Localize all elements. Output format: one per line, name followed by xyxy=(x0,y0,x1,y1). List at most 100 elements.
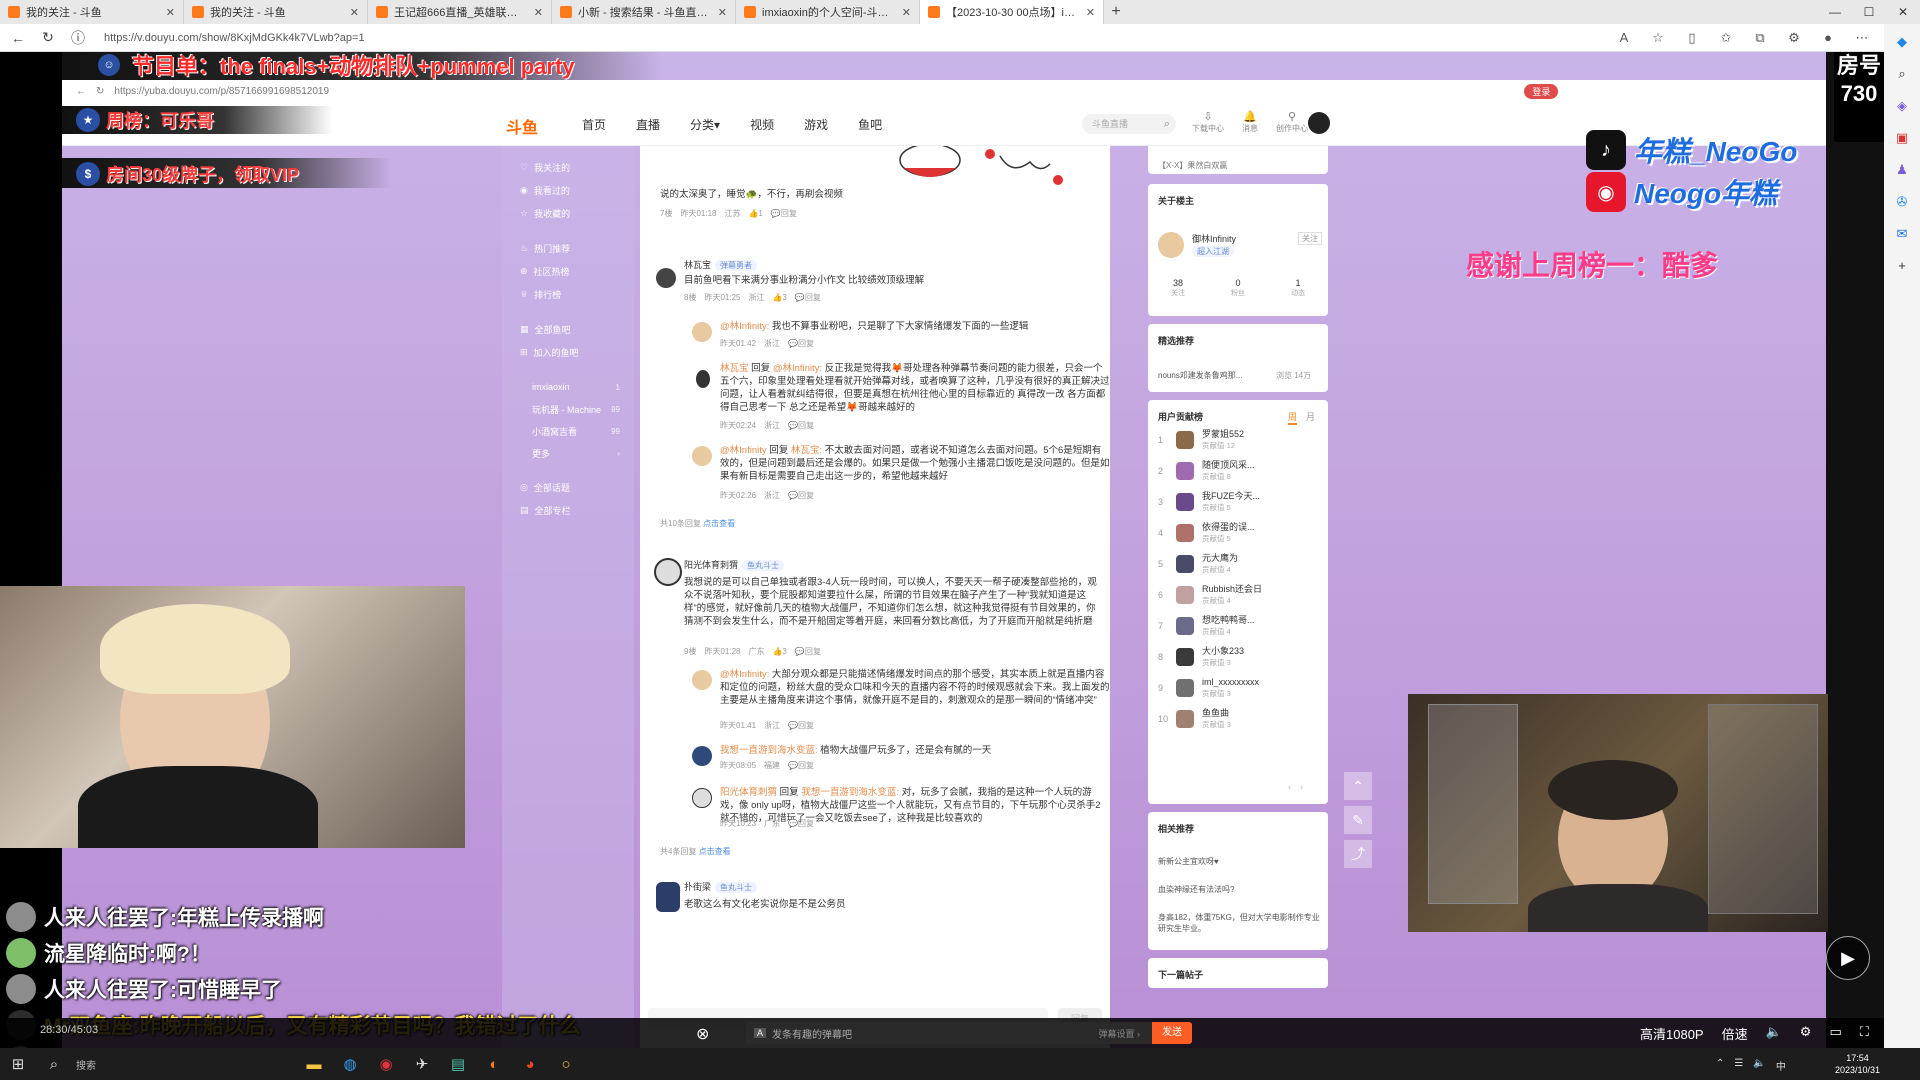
comment-user: 林瓦宝 弹幕勇者 xyxy=(684,258,758,271)
app-icon[interactable]: ▤ xyxy=(440,1055,476,1073)
close-icon[interactable]: ✕ xyxy=(1086,6,1095,19)
sidebar-label: 我关注的 xyxy=(534,163,571,173)
split-screen-icon[interactable]: ▯ xyxy=(1682,30,1702,46)
new-tab-button[interactable]: + xyxy=(1104,0,1128,24)
volume-tray-icon[interactable]: 🔈 xyxy=(1753,1058,1765,1073)
close-icon[interactable]: ✕ xyxy=(718,6,727,19)
collections-icon[interactable]: ⧉ xyxy=(1750,30,1770,46)
streamer-shirt xyxy=(78,766,318,848)
danmu-settings-link[interactable]: 弹幕设置 › xyxy=(1099,1027,1147,1040)
rank-score: 贡献值 3 xyxy=(1202,720,1231,729)
inner-post-comments: 说的太深奥了，睡觉🐢，不行，再刷会视频 7楼 昨天01:18 江苏 👍1 💬回复… xyxy=(640,146,1110,1050)
trophy-icon: ♕ xyxy=(520,289,529,299)
rank-user: 依得蛋的误... 贡献值 5 xyxy=(1202,522,1255,544)
douyu-icon[interactable]: ◐ xyxy=(476,1056,512,1073)
netease-music-icon[interactable]: ◉ xyxy=(368,1055,404,1073)
rank-row: 4 依得蛋的误... 贡献值 5 xyxy=(1158,519,1318,547)
play-icon[interactable]: ▶ xyxy=(1826,936,1870,980)
danmu-placeholder: 发条有趣的弹幕吧 xyxy=(772,1029,853,1041)
favorites-icon[interactable]: ✩ xyxy=(1716,30,1736,46)
browser-tab[interactable]: imxiaoxin的个人空间-斗鱼视频 ✕ xyxy=(736,0,920,24)
games-icon[interactable]: ✇ xyxy=(1897,194,1908,210)
person-sidebar-icon[interactable]: ♟ xyxy=(1896,162,1908,178)
inner-nav-item: 直播 xyxy=(636,118,661,132)
speed-selector[interactable]: 倍速 xyxy=(1722,1024,1748,1043)
network-icon[interactable]: ☰ xyxy=(1734,1058,1743,1073)
reply-body: 大部分观众都是只能描述情绪爆发时间点的那个感受，其实本质上就是直播内容和定位的问… xyxy=(720,669,1110,706)
search-icon[interactable]: ⌕ xyxy=(36,1056,72,1073)
edge-icon[interactable]: ◍ xyxy=(332,1055,368,1073)
rank-name: 鱼鱼曲 xyxy=(1202,708,1230,718)
quality-selector[interactable]: 高清1080P xyxy=(1640,1024,1704,1043)
browser-tab-active[interactable]: 【2023-10-30 00点场】imxiaoxin ✕ xyxy=(920,0,1104,24)
rank-number: 2 xyxy=(1158,466,1164,476)
rank-title: 用户贡献榜 xyxy=(1158,412,1204,422)
danmu-toggle-icon[interactable]: ⊗ xyxy=(696,1024,709,1044)
minimize-icon[interactable]: — xyxy=(1818,0,1852,24)
volume-icon[interactable]: 🔈 xyxy=(1766,1024,1782,1043)
danmu-input[interactable]: A 发条有趣的弹幕吧 弹幕设置 › 发送 xyxy=(746,1022,1192,1044)
app3-icon[interactable]: ○ xyxy=(548,1056,584,1073)
danmu-avatar xyxy=(6,902,36,932)
maximize-icon[interactable]: ☐ xyxy=(1852,0,1886,24)
user-badge: 鱼丸斗士 xyxy=(715,882,758,893)
browser-tab[interactable]: 王记超666直播_英雄联盟直播 ✕ xyxy=(368,0,552,24)
profile-icon[interactable]: ● xyxy=(1818,30,1838,45)
taskbar-clock[interactable]: 17:54 2023/10/31 xyxy=(1835,1052,1880,1076)
rank-avatar xyxy=(1176,524,1194,542)
fullscreen-icon[interactable]: ⛶ xyxy=(1860,1024,1869,1043)
close-window-icon[interactable]: ✕ xyxy=(1886,0,1920,24)
font-icon[interactable]: A xyxy=(754,1028,767,1038)
more-replies-count: 共4条回复 xyxy=(660,847,697,856)
timecode: 28:30/45:03 xyxy=(40,1024,99,1036)
close-icon[interactable]: ✕ xyxy=(350,6,359,19)
browser-tab[interactable]: 小新 - 搜索结果 - 斗鱼直播 - 游戏 ✕ xyxy=(552,0,736,24)
rank-avatar xyxy=(1176,617,1194,635)
browser-tab[interactable]: 我的关注 - 斗鱼 ✕ xyxy=(0,0,184,24)
sidebar-sub-name: 玩机器 - Machine xyxy=(532,404,602,415)
reply-text: @林Infinity 回复 林瓦宝: 不太敢去面对问题，或者说不知道怎么去面对问… xyxy=(720,444,1110,483)
app2-icon[interactable]: ◕ xyxy=(512,1056,548,1073)
more-icon[interactable]: ⋯ xyxy=(1852,30,1872,46)
favorite-star-icon[interactable]: ☆ xyxy=(1648,30,1668,46)
widescreen-icon[interactable]: ▭ xyxy=(1829,1024,1841,1043)
browser-tab[interactable]: 我的关注 - 斗鱼 ✕ xyxy=(184,0,368,24)
guest-shirt xyxy=(1528,884,1708,932)
windows-start-icon[interactable]: ⊞ xyxy=(0,1055,36,1073)
danmu-message: 人来人往罢了:年糕上传录播啊 xyxy=(6,902,324,932)
join-icon: ⊞ xyxy=(520,347,528,357)
streamer-hair xyxy=(100,604,290,694)
close-icon[interactable]: ✕ xyxy=(534,6,543,19)
dollar-icon: $ xyxy=(76,162,100,186)
recommend-title: 精选推荐 xyxy=(1158,336,1195,346)
briefcase-icon[interactable]: ▣ xyxy=(1896,130,1908,146)
windows-taskbar: ⊞ ⌕ 搜索 ▬ ◍ ◉ ✈ ▤ ◐ ◕ ○ 17:54 2023/10/31 … xyxy=(0,1048,1920,1080)
sidebar-label: 我看过的 xyxy=(533,186,570,196)
info-icon[interactable]: ⓘ xyxy=(70,28,86,48)
add-sidebar-icon[interactable]: + xyxy=(1898,258,1906,273)
ime-indicator[interactable]: 中 xyxy=(1776,1058,1786,1073)
file-explorer-icon[interactable]: ▬ xyxy=(296,1056,332,1073)
taskbar-search[interactable]: 搜索 xyxy=(76,1057,96,1072)
refresh-icon[interactable]: ↻ xyxy=(40,29,56,46)
reply-name: 我想一直游到海水变蓝: xyxy=(720,745,818,756)
star-icon: ★ xyxy=(76,108,100,132)
sidebar-label: 全部专栏 xyxy=(534,506,571,516)
outlook-icon[interactable]: ✉ xyxy=(1897,226,1908,242)
rank-number: 6 xyxy=(1158,590,1164,600)
url-field[interactable]: https://v.douyu.com/show/8KxjMdGKk4k7VLw… xyxy=(100,27,1600,49)
chevron-up-icon[interactable]: ⌃ xyxy=(1716,1058,1724,1073)
close-icon[interactable]: ✕ xyxy=(166,6,175,19)
extensions-icon[interactable]: ⚙ xyxy=(1784,30,1804,46)
search-sidebar-icon[interactable]: ⌕ xyxy=(1898,66,1905,82)
tag-icon[interactable]: ◈ xyxy=(1897,98,1907,114)
close-icon[interactable]: ✕ xyxy=(902,6,911,19)
feather-icon[interactable]: ✈ xyxy=(404,1055,440,1073)
read-aloud-icon[interactable]: A xyxy=(1614,30,1634,45)
copilot-icon[interactable]: ◆ xyxy=(1897,34,1907,50)
back-icon[interactable]: ← xyxy=(10,30,26,46)
danmu-send-button[interactable]: 发送 xyxy=(1152,1022,1192,1044)
comment-user: 阳光体育刺猬 鱼丸斗士 xyxy=(684,558,785,571)
rank-user: iml_xxxxxxxxx 贡献值 3 xyxy=(1202,677,1259,699)
settings-icon[interactable]: ⚙ xyxy=(1800,1024,1812,1043)
